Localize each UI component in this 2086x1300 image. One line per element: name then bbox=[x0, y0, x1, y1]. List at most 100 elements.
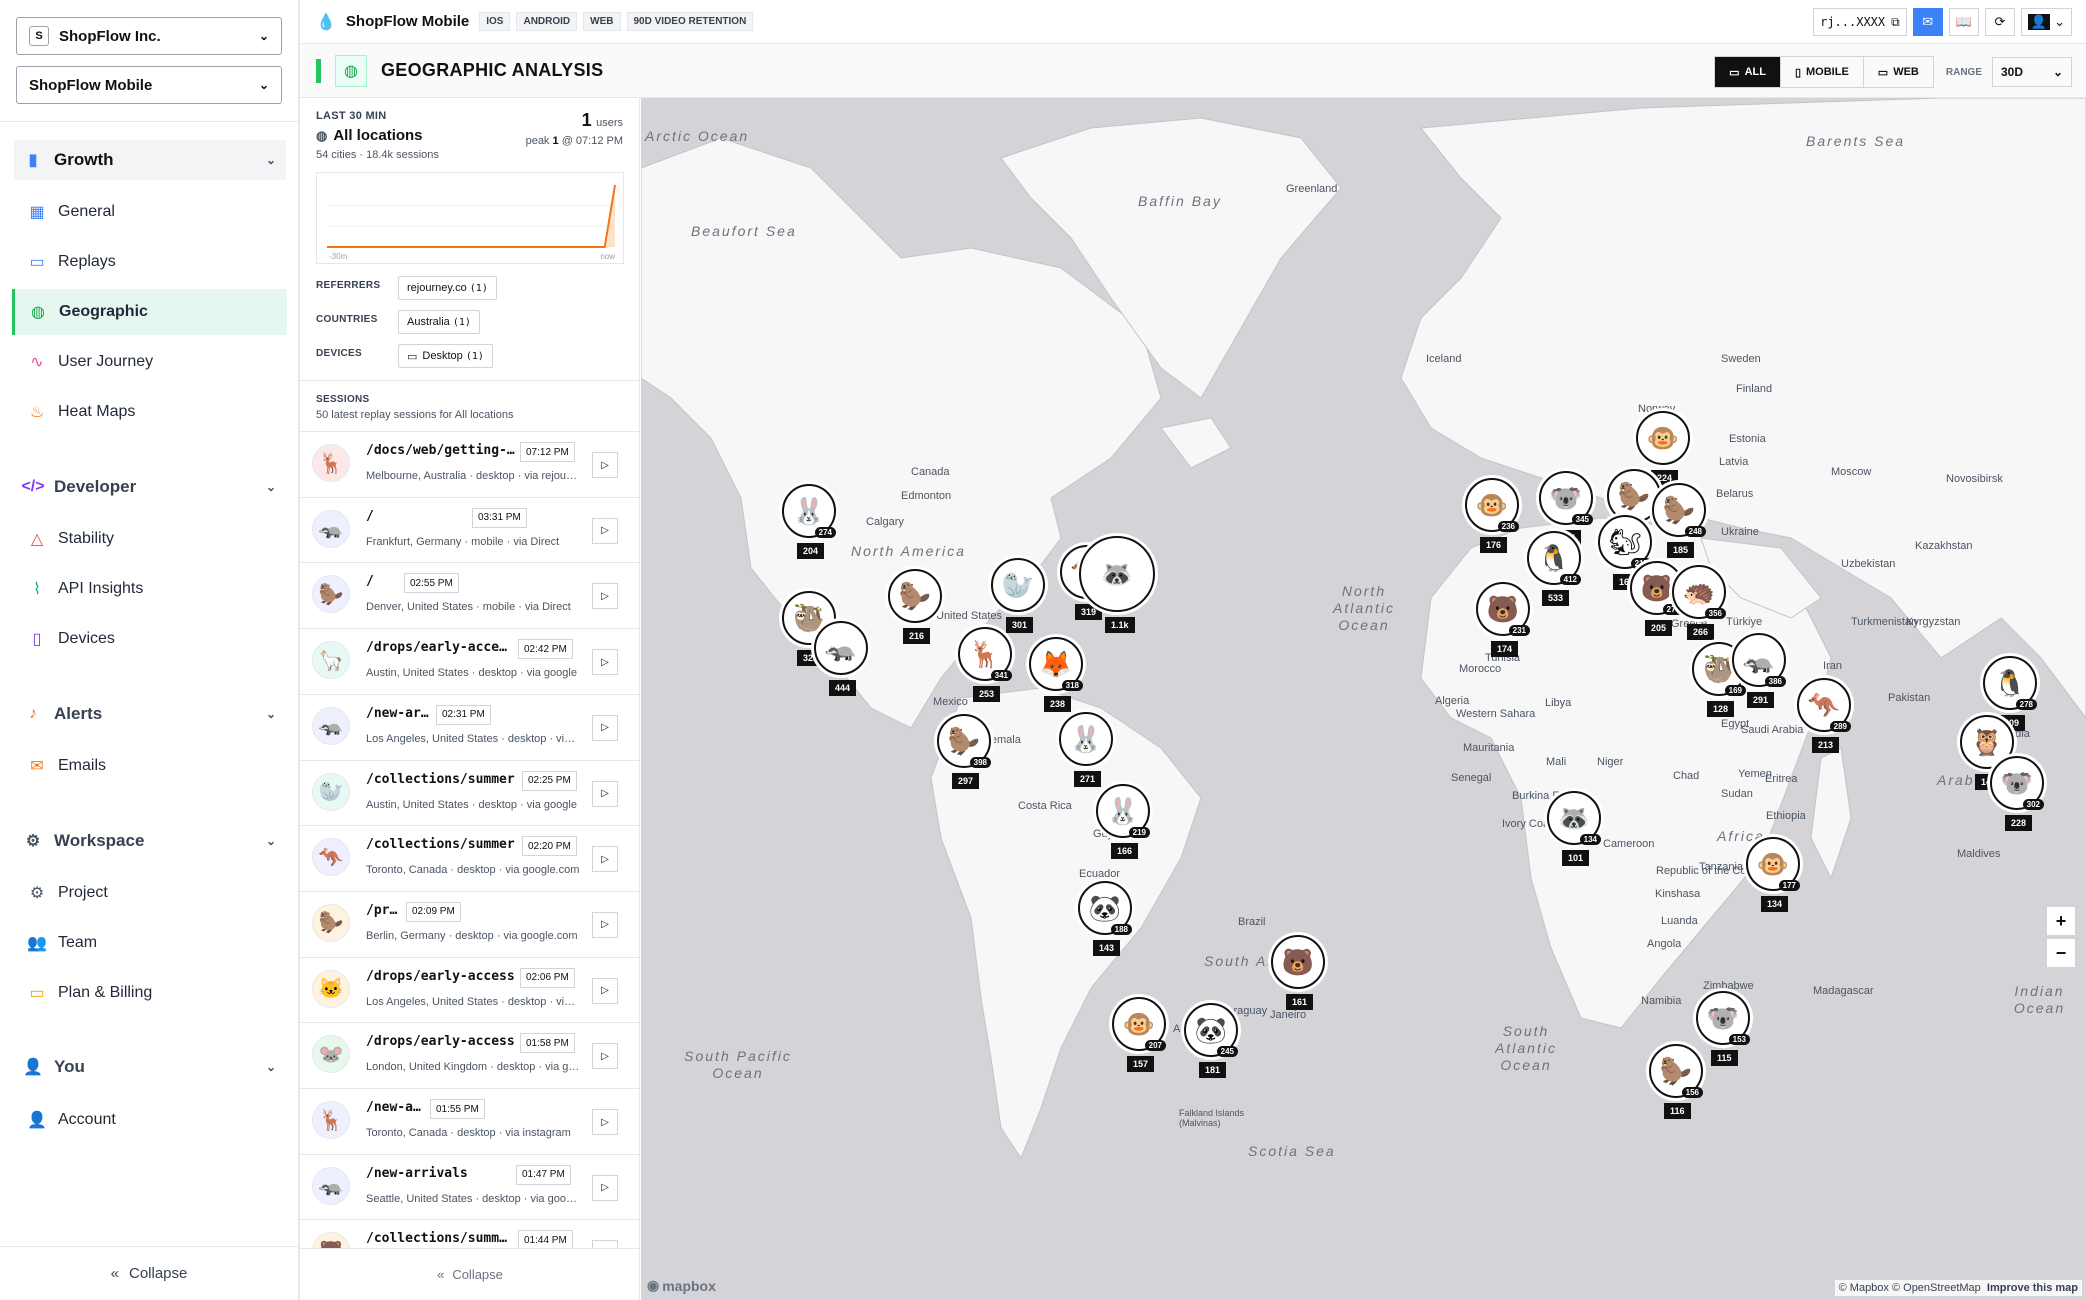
location-marker[interactable]: 🐧 278 bbox=[1983, 656, 2037, 710]
location-marker[interactable]: 🦊 318 bbox=[1029, 637, 1083, 691]
session-row[interactable]: 🦌 /docs/web/getting-started 07:12 PM Mel… bbox=[300, 431, 639, 496]
org-selector[interactable]: S ShopFlow Inc. ⌄ bbox=[16, 17, 282, 55]
location-marker[interactable]: 🦝 bbox=[1079, 536, 1155, 612]
location-marker[interactable]: 🐰 274 bbox=[782, 484, 836, 538]
mail-button[interactable]: ✉ bbox=[1912, 8, 1943, 36]
location-marker[interactable]: 🦫 156 bbox=[1649, 1044, 1703, 1098]
sidebar-item-account[interactable]: 👤 Account bbox=[12, 1097, 287, 1143]
nav-group-alerts[interactable]: ♪ Alerts ⌄ bbox=[14, 694, 286, 734]
session-row[interactable]: 🦙 /drops/early-access 02:42 PM Austin, U… bbox=[300, 628, 639, 693]
nav-group-you[interactable]: 👤 You ⌄ bbox=[14, 1047, 286, 1087]
attribution-text[interactable]: © Mapbox © OpenStreetMap bbox=[1839, 1282, 1981, 1294]
map-label: Eritrea bbox=[1765, 773, 1798, 785]
location-marker[interactable]: 🐵 207 bbox=[1112, 997, 1166, 1051]
play-button[interactable]: ▷ bbox=[592, 911, 618, 938]
world-map[interactable]: Arctic Ocean Greenland Baffin Bay Barents S… bbox=[641, 98, 2086, 1300]
play-button[interactable]: ▷ bbox=[592, 714, 618, 741]
nav-group-growth[interactable]: ▮ Growth ⌄ bbox=[14, 140, 286, 180]
location-marker[interactable]: 🦫 398 bbox=[937, 714, 991, 768]
location-marker[interactable]: 🦫 bbox=[888, 569, 942, 623]
zoom-out-button[interactable]: − bbox=[2046, 938, 2076, 968]
location-marker[interactable]: 🐰 219 bbox=[1096, 784, 1150, 838]
filter-web[interactable]: ▭ WEB bbox=[1864, 57, 1933, 87]
location-marker[interactable]: 🦭 bbox=[991, 558, 1045, 612]
location-marker[interactable]: 🐨 153 bbox=[1696, 991, 1750, 1045]
session-row[interactable]: 🦌 /new-arrivals 01:55 PM Toronto, Canada… bbox=[300, 1088, 639, 1153]
api-key-copy[interactable]: rj...XXXX ⧉ bbox=[1813, 8, 1907, 36]
refresh-button[interactable]: ⟳ bbox=[1984, 8, 2015, 36]
location-marker[interactable]: 🐿 215 bbox=[1598, 515, 1652, 569]
play-button[interactable]: ▷ bbox=[592, 780, 618, 807]
location-marker[interactable]: 🐼 188 bbox=[1078, 881, 1132, 935]
nav-group-workspace[interactable]: ⚙ Workspace ⌄ bbox=[14, 821, 286, 861]
location-marker[interactable]: 🦘 289 bbox=[1797, 678, 1851, 732]
location-marker[interactable]: 🦫 248 bbox=[1652, 483, 1706, 537]
play-icon: ▷ bbox=[601, 459, 609, 471]
sidebar-item-general[interactable]: ▦ General bbox=[12, 189, 287, 235]
location-marker[interactable]: 🦔 356 bbox=[1672, 565, 1726, 619]
sidebar-item-team[interactable]: 👥 Team bbox=[12, 920, 287, 966]
session-row[interactable]: 🦘 /collections/summer 02:20 PM Toronto, … bbox=[300, 825, 639, 890]
project-selector[interactable]: ShopFlow Mobile ⌄ bbox=[16, 66, 282, 104]
play-button[interactable]: ▷ bbox=[592, 846, 618, 873]
filter-mobile[interactable]: ▯ MOBILE bbox=[1781, 57, 1864, 87]
location-marker[interactable]: 🐵 bbox=[1636, 411, 1690, 465]
chevron-down-icon: ⌄ bbox=[2052, 65, 2063, 79]
filter-all[interactable]: ▭ ALL bbox=[1715, 57, 1781, 87]
location-marker[interactable]: 🐼 245 bbox=[1184, 1003, 1238, 1057]
location-marker[interactable]: 🐻 bbox=[1271, 935, 1325, 989]
sidebar-item-user-journey[interactable]: ∿ User Journey bbox=[12, 339, 287, 385]
session-row[interactable]: 🐱 /drops/early-access 02:06 PM Los Angel… bbox=[300, 956, 639, 1022]
play-button[interactable]: ▷ bbox=[592, 452, 618, 478]
location-marker[interactable]: 🐰 bbox=[1059, 712, 1113, 766]
play-button[interactable]: ▷ bbox=[592, 517, 618, 544]
sidebar-item-heat-maps[interactable]: ♨ Heat Maps bbox=[12, 389, 287, 435]
play-button[interactable]: ▷ bbox=[592, 977, 618, 1004]
nav-group-developer[interactable]: </> Developer ⌄ bbox=[14, 467, 286, 507]
location-marker[interactable]: 🐨 345 bbox=[1539, 471, 1593, 525]
location-marker[interactable]: 🐧 412 bbox=[1527, 531, 1581, 585]
location-marker[interactable]: 🦝 134 bbox=[1547, 791, 1601, 845]
improve-map-link[interactable]: Improve this map bbox=[1987, 1282, 2078, 1294]
sidebar-item-replays[interactable]: ▭ Replays bbox=[12, 239, 287, 285]
marker-count: 134 bbox=[1761, 896, 1789, 912]
user-menu-button[interactable]: 👤 ⌄ bbox=[2020, 8, 2072, 36]
sidebar-item-api-insights[interactable]: ⌇ API Insights bbox=[12, 566, 287, 612]
range-select[interactable]: 30D ⌄ bbox=[1992, 57, 2072, 87]
play-button[interactable]: ▷ bbox=[592, 1109, 618, 1135]
zoom-in-button[interactable]: + bbox=[2046, 906, 2076, 936]
location-marker[interactable]: 🦌 341 bbox=[958, 627, 1012, 681]
country-chip[interactable]: Australia (1) bbox=[398, 310, 480, 334]
sidebar-item-emails[interactable]: ✉ Emails bbox=[12, 743, 287, 789]
location-marker[interactable]: 🦡 bbox=[814, 621, 868, 675]
referrer-chip[interactable]: rejourney.co (1) bbox=[398, 276, 497, 300]
sidebar-collapse-button[interactable]: « Collapse bbox=[0, 1246, 298, 1300]
docs-button[interactable]: 📖 bbox=[1948, 8, 1979, 36]
sidebar-item-geographic[interactable]: ◍ Geographic bbox=[12, 289, 287, 335]
session-row[interactable]: 🦡 /new-arrivals 01:47 PM Seattle, United… bbox=[300, 1153, 639, 1219]
session-row[interactable]: 🦫 / 02:55 PM Denver, United States · mob… bbox=[300, 562, 639, 627]
location-marker[interactable]: 🦡 386 bbox=[1732, 633, 1786, 687]
location-marker[interactable]: 🐵 236 bbox=[1465, 478, 1519, 532]
session-info: Denver, United States · mobile · via Dir… bbox=[366, 601, 571, 614]
session-row[interactable]: 🦫 /pricing 02:09 PM Berlin, Germany · de… bbox=[300, 890, 639, 956]
sidebar-item-devices[interactable]: ▯ Devices bbox=[12, 616, 287, 662]
sidebar-item-stability[interactable]: △ Stability bbox=[12, 516, 287, 562]
location-marker[interactable]: 🐻 231 bbox=[1476, 582, 1530, 636]
sidebar-item-billing[interactable]: ▭ Plan & Billing bbox=[12, 970, 287, 1016]
session-row[interactable]: 🦭 /collections/summer 02:25 PM Austin, U… bbox=[300, 759, 639, 825]
session-row[interactable]: 🐭 /drops/early-access 01:58 PM London, U… bbox=[300, 1022, 639, 1087]
device-chip[interactable]: ▭ Desktop (1) bbox=[398, 344, 493, 368]
globe-icon: ◍ bbox=[316, 127, 328, 143]
play-button[interactable]: ▷ bbox=[592, 583, 618, 610]
play-button[interactable]: ▷ bbox=[592, 1043, 618, 1070]
panel-collapse-button[interactable]: « Collapse bbox=[300, 1248, 639, 1300]
play-button[interactable]: ▷ bbox=[592, 1174, 618, 1201]
session-row[interactable]: 🦡 / 03:31 PM Frankfurt, Germany · mobile… bbox=[300, 496, 639, 562]
location-marker[interactable]: 🐨 302 bbox=[1990, 756, 2044, 810]
sidebar-item-project[interactable]: ⚙ Project bbox=[12, 870, 287, 916]
play-button[interactable]: ▷ bbox=[592, 649, 618, 676]
session-row[interactable]: 🦡 /new-arrivals 02:31 PM Los Angeles, Un… bbox=[300, 693, 639, 759]
location-marker[interactable]: 🐵 177 bbox=[1746, 837, 1800, 891]
animal-avatar-icon: 🐻 bbox=[1640, 572, 1674, 603]
